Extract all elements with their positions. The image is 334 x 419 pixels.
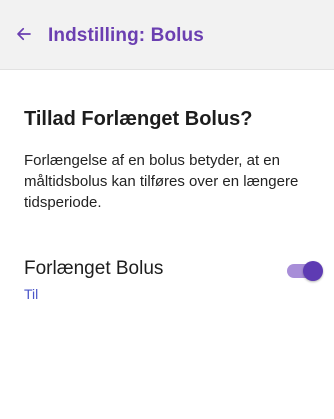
- arrow-left-icon: [15, 25, 33, 48]
- extended-bolus-setting[interactable]: Forlænget Bolus Til: [24, 257, 324, 307]
- toggle-thumb: [303, 261, 323, 281]
- section-description: Forlængelse af en bolus betyder, at en m…: [24, 152, 299, 211]
- extended-bolus-toggle[interactable]: [287, 260, 323, 281]
- section-title: Tillad Forlænget Bolus?: [24, 108, 253, 130]
- app-bar: Indstilling: Bolus: [0, 0, 334, 70]
- screen: Indstilling: Bolus Tillad Forlænget Bolu…: [0, 0, 334, 419]
- setting-label: Forlænget Bolus: [24, 258, 164, 279]
- settings-content: Tillad Forlænget Bolus? Forlængelse af e…: [24, 106, 314, 213]
- setting-value: Til: [24, 286, 39, 302]
- page-title: Indstilling: Bolus: [48, 25, 204, 46]
- back-button[interactable]: [10, 22, 38, 50]
